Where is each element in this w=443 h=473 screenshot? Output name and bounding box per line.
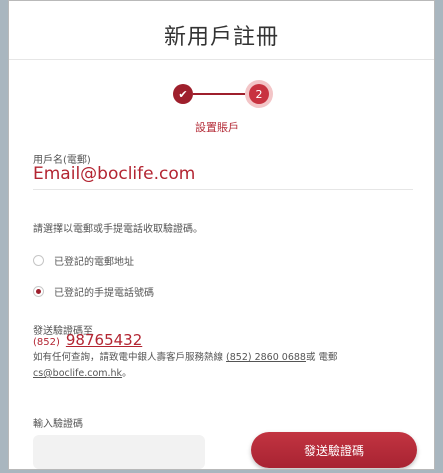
radio-email-label: 已登記的電郵地址 xyxy=(54,257,134,268)
radio-unchecked-icon[interactable] xyxy=(33,255,44,266)
step-complete-check-icon: ✔ xyxy=(173,84,193,104)
step-current-indicator: 2 xyxy=(245,80,273,108)
send-to-phone: (852) 98765432 xyxy=(33,331,142,349)
contact-text-2: 或 電郵 xyxy=(305,352,338,363)
email-link[interactable]: cs@boclife.com.hk xyxy=(33,368,122,379)
verification-code-input[interactable] xyxy=(33,435,205,469)
contact-text-3: 。 xyxy=(122,368,132,379)
page-title: 新用戶註冊 xyxy=(163,25,279,50)
radio-phone-label: 已登記的手提電話號碼 xyxy=(54,288,154,299)
radio-checked-icon[interactable] xyxy=(33,286,44,297)
contact-info: 如有任何查詢，請致電中銀人壽客戶服務熱線 (852) 2860 0688或 電郵… xyxy=(33,350,413,382)
stepper-connector xyxy=(193,93,245,95)
username-divider xyxy=(33,189,413,190)
radio-option-phone[interactable]: 已登記的手提電話號碼 xyxy=(33,284,154,299)
hotline-link[interactable]: (852) 2860 0688 xyxy=(226,352,306,363)
phone-prefix: (852) xyxy=(33,337,60,348)
contact-text-1: 如有任何查詢，請致電中銀人壽客戶服務熱線 xyxy=(33,352,227,363)
username-value[interactable]: Email@boclife.com xyxy=(33,164,195,184)
code-label: 輸入驗證碼 xyxy=(33,419,83,430)
send-code-button[interactable]: 發送驗證碼 xyxy=(251,432,417,468)
radio-option-email[interactable]: 已登記的電郵地址 xyxy=(33,253,134,268)
verification-instruction: 請選擇以電郵或手提電話收取驗證碼。 xyxy=(33,224,203,235)
step-number: 2 xyxy=(249,84,269,104)
registration-screen: 新用戶註冊 ✔ 2 設置賬戶 用戶名(電郵) Email@boclife.com… xyxy=(8,0,435,470)
title-divider xyxy=(9,59,434,60)
phone-number-link[interactable]: 98765432 xyxy=(66,331,142,349)
step-label: 設置賬戶 xyxy=(195,121,239,134)
